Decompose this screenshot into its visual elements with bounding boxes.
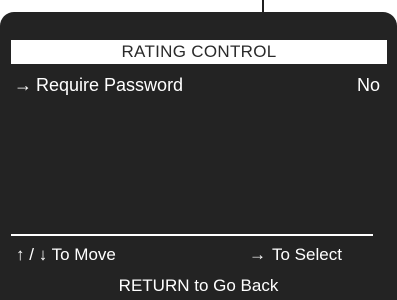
menu-item-label: Require Password [36, 75, 184, 95]
footer-divider [11, 234, 373, 236]
up-arrow-icon: ↑ [16, 245, 25, 264]
return-hint: RETURN to Go Back [118, 276, 279, 295]
move-hint-label: To Move [51, 245, 116, 264]
down-arrow-icon: ↓ [38, 245, 48, 264]
right-arrow-icon: → [249, 245, 266, 264]
select-hint-label: To Select [272, 245, 342, 264]
menu-item-value[interactable]: No [357, 72, 380, 98]
right-arrow-icon: → [14, 75, 32, 95]
select-hint: → To Select [249, 242, 342, 268]
osd-frame: RATING CONTROL → Require Password No ↑ / … [0, 0, 397, 300]
osd-screen: RATING CONTROL → Require Password No ↑ / … [0, 12, 397, 300]
menu-title: RATING CONTROL [11, 40, 387, 64]
move-hint: ↑ / ↓ To Move [16, 242, 116, 268]
slash-separator: / [29, 245, 34, 264]
menu-item-require-password[interactable]: → Require Password No [14, 72, 380, 98]
